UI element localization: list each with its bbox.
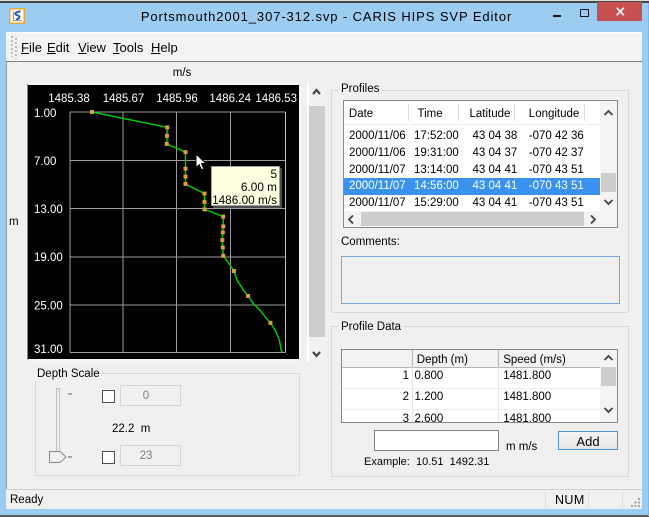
svg-text:19.00: 19.00 xyxy=(34,252,63,264)
svg-text:25.00: 25.00 xyxy=(34,300,63,312)
svg-text:7.00: 7.00 xyxy=(34,156,56,168)
svg-text:1486.24: 1486.24 xyxy=(209,93,251,105)
svg-text:1485.67: 1485.67 xyxy=(103,93,145,105)
svg-text:1.00: 1.00 xyxy=(34,108,56,120)
svg-text:1485.96: 1485.96 xyxy=(156,93,198,105)
svg-text:1485.38: 1485.38 xyxy=(48,93,90,105)
svg-text:1486.53: 1486.53 xyxy=(255,93,297,105)
svg-text:31.00: 31.00 xyxy=(34,344,63,356)
svg-text:13.00: 13.00 xyxy=(34,204,63,216)
